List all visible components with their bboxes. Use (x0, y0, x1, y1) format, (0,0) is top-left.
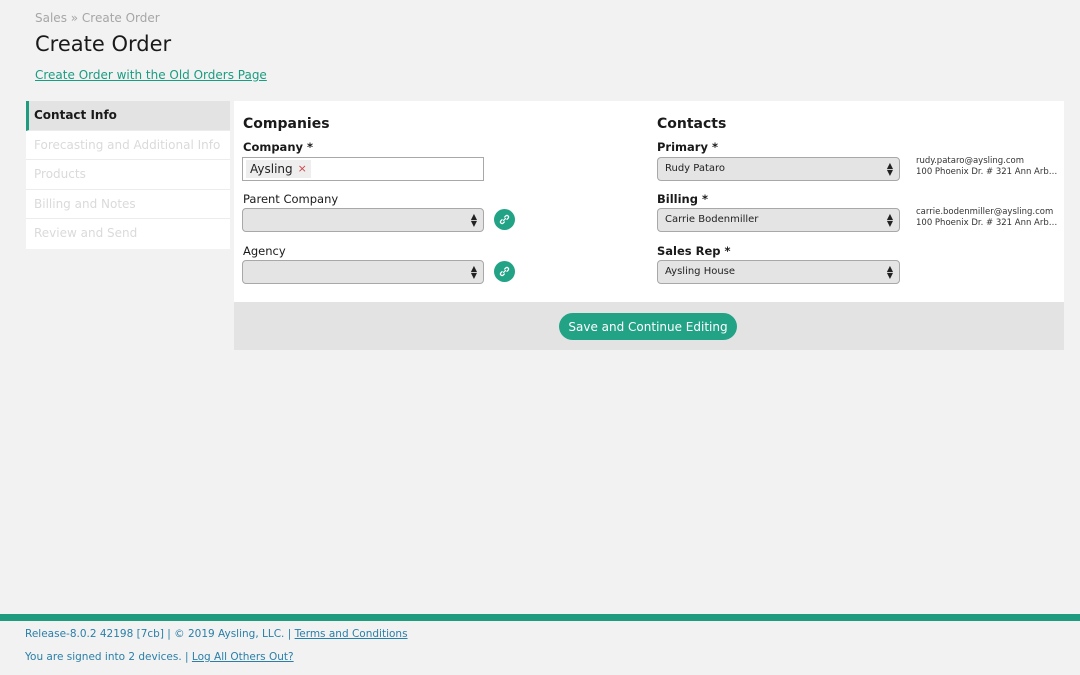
old-orders-link[interactable]: Create Order with the Old Orders Page (35, 68, 267, 82)
company-tag-label: Aysling (250, 162, 293, 176)
sidebar-item-products[interactable]: Products (26, 160, 230, 190)
parent-company-link-button[interactable] (494, 209, 515, 230)
breadcrumb: Sales » Create Order (35, 11, 160, 25)
sidebar-item-forecasting[interactable]: Forecasting and Additional Info (26, 131, 230, 160)
signed-in-info: You are signed into 2 devices. | Log All… (25, 651, 294, 663)
release-info: Release-8.0.2 42198 [7cb] | © 2019 Aysli… (25, 628, 408, 640)
billing-contact-select[interactable]: Carrie Bodenmiller ▲ ▼ (657, 208, 900, 232)
agency-select[interactable]: ▲ ▼ (242, 260, 484, 284)
release-text: Release-8.0.2 42198 [7cb] | © 2019 Aysli… (25, 628, 292, 640)
select-arrow-icon: ▲ ▼ (886, 161, 893, 177)
link-icon (499, 266, 510, 277)
primary-contact-value: Rudy Pataro (665, 163, 726, 174)
form-actions: Save and Continue Editing (234, 302, 1064, 350)
billing-label: Billing * (657, 192, 708, 206)
page-title: Create Order (35, 32, 172, 56)
billing-contact-details: carrie.bodenmiller@aysling.com 100 Phoen… (916, 207, 1061, 229)
signed-in-text: You are signed into 2 devices. | (25, 651, 189, 663)
parent-company-select[interactable]: ▲ ▼ (242, 208, 484, 232)
sidebar-nav: Contact Info Forecasting and Additional … (26, 101, 230, 249)
billing-contact-value: Carrie Bodenmiller (665, 214, 759, 225)
footer-divider (0, 614, 1080, 621)
select-arrow-icon: ▲ ▼ (886, 212, 893, 228)
parent-company-label: Parent Company (243, 192, 339, 206)
contacts-heading: Contacts (657, 116, 727, 132)
remove-tag-icon[interactable]: × (298, 160, 307, 178)
sidebar-item-billing-notes[interactable]: Billing and Notes (26, 190, 230, 219)
sidebar-item-review-send[interactable]: Review and Send (26, 219, 230, 249)
log-others-out-link[interactable]: Log All Others Out? (192, 651, 294, 663)
company-label: Company * (243, 140, 314, 154)
sidebar-item-contact-info[interactable]: Contact Info (26, 101, 230, 131)
agency-label: Agency (243, 244, 286, 258)
billing-email: carrie.bodenmiller@aysling.com (916, 207, 1054, 217)
primary-contact-select[interactable]: Rudy Pataro ▲ ▼ (657, 157, 900, 181)
contact-info-panel: Companies Company * Aysling × Parent Com… (234, 101, 1064, 302)
sales-rep-select[interactable]: Aysling House ▲ ▼ (657, 260, 900, 284)
agency-link-button[interactable] (494, 261, 515, 282)
primary-email: rudy.pataro@aysling.com (916, 156, 1024, 166)
primary-label: Primary * (657, 140, 718, 154)
select-arrow-icon: ▲ ▼ (886, 264, 893, 280)
primary-contact-details: rudy.pataro@aysling.com 100 Phoenix Dr. … (916, 156, 1061, 178)
sales-rep-label: Sales Rep * (657, 244, 731, 258)
select-arrow-icon: ▲ ▼ (470, 264, 477, 280)
billing-address: 100 Phoenix Dr. # 321 Ann Arbo... (916, 218, 1061, 228)
companies-heading: Companies (243, 116, 330, 132)
terms-link[interactable]: Terms and Conditions (295, 628, 408, 640)
sales-rep-value: Aysling House (665, 266, 736, 277)
link-icon (499, 214, 510, 225)
select-arrow-icon: ▲ ▼ (470, 212, 477, 228)
primary-address: 100 Phoenix Dr. # 321 Ann Arbo... (916, 167, 1061, 177)
save-and-continue-button[interactable]: Save and Continue Editing (559, 313, 737, 340)
company-input[interactable]: Aysling × (242, 157, 484, 181)
company-tag: Aysling × (246, 160, 311, 178)
